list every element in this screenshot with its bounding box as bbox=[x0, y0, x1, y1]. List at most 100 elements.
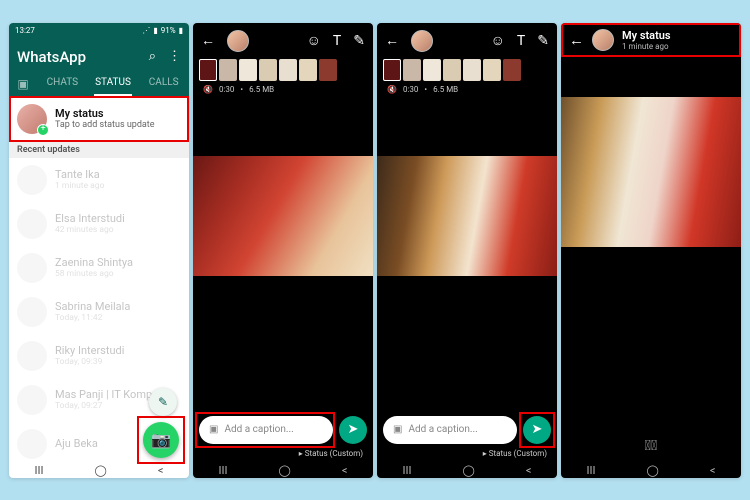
tab-chats[interactable]: CHATS bbox=[37, 71, 88, 96]
contact-name: Zaenina Shintya bbox=[55, 256, 133, 269]
contact-time: 1 minute ago bbox=[55, 181, 104, 191]
filesize: 6.5 MB bbox=[249, 85, 274, 94]
thumb[interactable] bbox=[199, 59, 217, 81]
my-status-title: My status bbox=[55, 107, 155, 120]
back-icon[interactable]: ← bbox=[385, 32, 399, 49]
nav-recent-icon[interactable]: III bbox=[35, 464, 44, 477]
mute-icon[interactable]: 🔇 bbox=[387, 85, 397, 94]
contact-time: Today, 09:27 bbox=[55, 401, 158, 411]
contact-time: Today, 11:42 bbox=[55, 313, 130, 323]
thumb[interactable] bbox=[423, 59, 441, 81]
contact-time: 42 minutes ago bbox=[55, 225, 125, 235]
more-icon[interactable]: ⋮ bbox=[168, 49, 181, 64]
draw-icon[interactable]: ✎ bbox=[537, 33, 549, 49]
thumb[interactable] bbox=[503, 59, 521, 81]
media-meta: 🔇 0:30 • 6.5 MB bbox=[377, 81, 557, 98]
thumb[interactable] bbox=[463, 59, 481, 81]
status-row[interactable]: Tante Ika 1 minute ago bbox=[9, 158, 189, 202]
caption-input[interactable]: ▣ Add a caption... bbox=[383, 416, 517, 444]
send-button[interactable]: ➤ bbox=[339, 416, 367, 444]
privacy-label[interactable]: Status (Custom) bbox=[299, 449, 363, 458]
my-status-sub: Tap to add status update bbox=[55, 120, 155, 130]
highlight-box bbox=[519, 412, 555, 448]
thumbnail-strip[interactable] bbox=[193, 59, 373, 81]
text-icon[interactable]: T bbox=[517, 33, 525, 49]
media-preview[interactable] bbox=[193, 156, 373, 276]
android-navbar: III ◯ < bbox=[377, 464, 557, 478]
thumb[interactable] bbox=[279, 59, 297, 81]
nav-home-icon[interactable]: ◯ bbox=[279, 464, 291, 477]
nav-home-icon[interactable]: ◯ bbox=[95, 464, 107, 477]
nav-back-icon[interactable]: < bbox=[342, 464, 348, 477]
contact-name: Elsa Interstudi bbox=[55, 212, 125, 225]
thumb[interactable] bbox=[299, 59, 317, 81]
media-preview[interactable] bbox=[561, 97, 741, 247]
contact-name: Riky Interstudi bbox=[55, 344, 124, 357]
status-row[interactable]: Elsa Interstudi 42 minutes ago bbox=[9, 202, 189, 246]
thumb[interactable] bbox=[239, 59, 257, 81]
status-row[interactable]: Riky Interstudi Today, 09:39 bbox=[9, 334, 189, 378]
app-bar: WhatsApp ⌕ ⋮ bbox=[9, 39, 189, 71]
avatar bbox=[592, 29, 614, 51]
nav-recent-icon[interactable]: III bbox=[403, 464, 412, 477]
thumb[interactable] bbox=[259, 59, 277, 81]
thumb[interactable] bbox=[219, 59, 237, 81]
avatar bbox=[17, 385, 47, 415]
section-header: Recent updates bbox=[9, 142, 189, 158]
highlight-box bbox=[195, 412, 335, 448]
editor-topbar: ← ☺ T ✎ bbox=[193, 23, 373, 59]
emoji-icon[interactable]: ☺ bbox=[307, 32, 321, 49]
nav-home-icon[interactable]: ◯ bbox=[463, 464, 475, 477]
avatar bbox=[411, 30, 433, 52]
nav-home-icon[interactable]: ◯ bbox=[647, 464, 659, 477]
my-status-row[interactable]: + My status Tap to add status update bbox=[9, 96, 189, 142]
thumb[interactable] bbox=[383, 59, 401, 81]
emoji-icon[interactable]: ☺ bbox=[491, 32, 505, 49]
android-navbar: III ◯ < bbox=[9, 464, 189, 478]
tab-camera[interactable]: ▣ bbox=[9, 71, 37, 96]
mute-icon[interactable]: 🔇 bbox=[203, 85, 213, 94]
thumb[interactable] bbox=[403, 59, 421, 81]
draw-icon[interactable]: ✎ bbox=[353, 33, 365, 49]
text-icon[interactable]: T bbox=[333, 33, 341, 49]
status-row[interactable]: Sabrina Meilala Today, 11:42 bbox=[9, 290, 189, 334]
search-icon[interactable]: ⌕ bbox=[149, 49, 156, 64]
thumbnail-strip[interactable] bbox=[377, 59, 557, 81]
viewer-title: My status bbox=[622, 29, 671, 42]
tab-calls[interactable]: CALLS bbox=[138, 71, 189, 96]
viewer-header[interactable]: ← My status 1 minute ago bbox=[561, 23, 741, 57]
nav-back-icon[interactable]: < bbox=[710, 464, 716, 477]
avatar bbox=[17, 209, 47, 239]
nav-back-icon[interactable]: < bbox=[158, 464, 164, 477]
clock: 13:27 bbox=[15, 26, 35, 35]
thumb[interactable] bbox=[443, 59, 461, 81]
avatar bbox=[17, 429, 47, 459]
add-status-icon: + bbox=[37, 124, 49, 136]
back-icon[interactable]: ← bbox=[569, 31, 584, 49]
thumb[interactable] bbox=[319, 59, 337, 81]
text-status-fab[interactable]: ✎ bbox=[149, 388, 177, 416]
contact-name: Mas Panji | IT Kompa bbox=[55, 388, 158, 401]
contact-name: Sabrina Meilala bbox=[55, 300, 130, 313]
nav-recent-icon[interactable]: III bbox=[219, 464, 228, 477]
android-status-bar: 13:27 ⋰ ▮ 91% ▮ bbox=[9, 23, 189, 39]
tab-status[interactable]: STATUS bbox=[88, 71, 139, 96]
avatar: + bbox=[17, 104, 47, 134]
signal-icon: ▮ bbox=[153, 26, 157, 35]
avatar bbox=[17, 297, 47, 327]
android-navbar: III ◯ < bbox=[193, 464, 373, 478]
add-media-icon[interactable]: ▣ bbox=[393, 424, 402, 435]
views-hidden-icon[interactable]: 👁̸ bbox=[645, 438, 657, 454]
screen-status-list: 13:27 ⋰ ▮ 91% ▮ WhatsApp ⌕ ⋮ ▣ CHATS STA… bbox=[9, 23, 189, 478]
status-indicators: ⋰ ▮ 91% ▮ bbox=[142, 26, 183, 35]
contact-time: Today, 09:39 bbox=[55, 357, 124, 367]
status-row[interactable]: Zaenina Shintya 58 minutes ago bbox=[9, 246, 189, 290]
avatar bbox=[17, 253, 47, 283]
nav-back-icon[interactable]: < bbox=[526, 464, 532, 477]
nav-recent-icon[interactable]: III bbox=[587, 464, 596, 477]
caption-placeholder: Add a caption... bbox=[408, 424, 477, 435]
media-preview[interactable] bbox=[377, 156, 557, 276]
privacy-label[interactable]: Status (Custom) bbox=[483, 449, 547, 458]
back-icon[interactable]: ← bbox=[201, 32, 215, 49]
thumb[interactable] bbox=[483, 59, 501, 81]
